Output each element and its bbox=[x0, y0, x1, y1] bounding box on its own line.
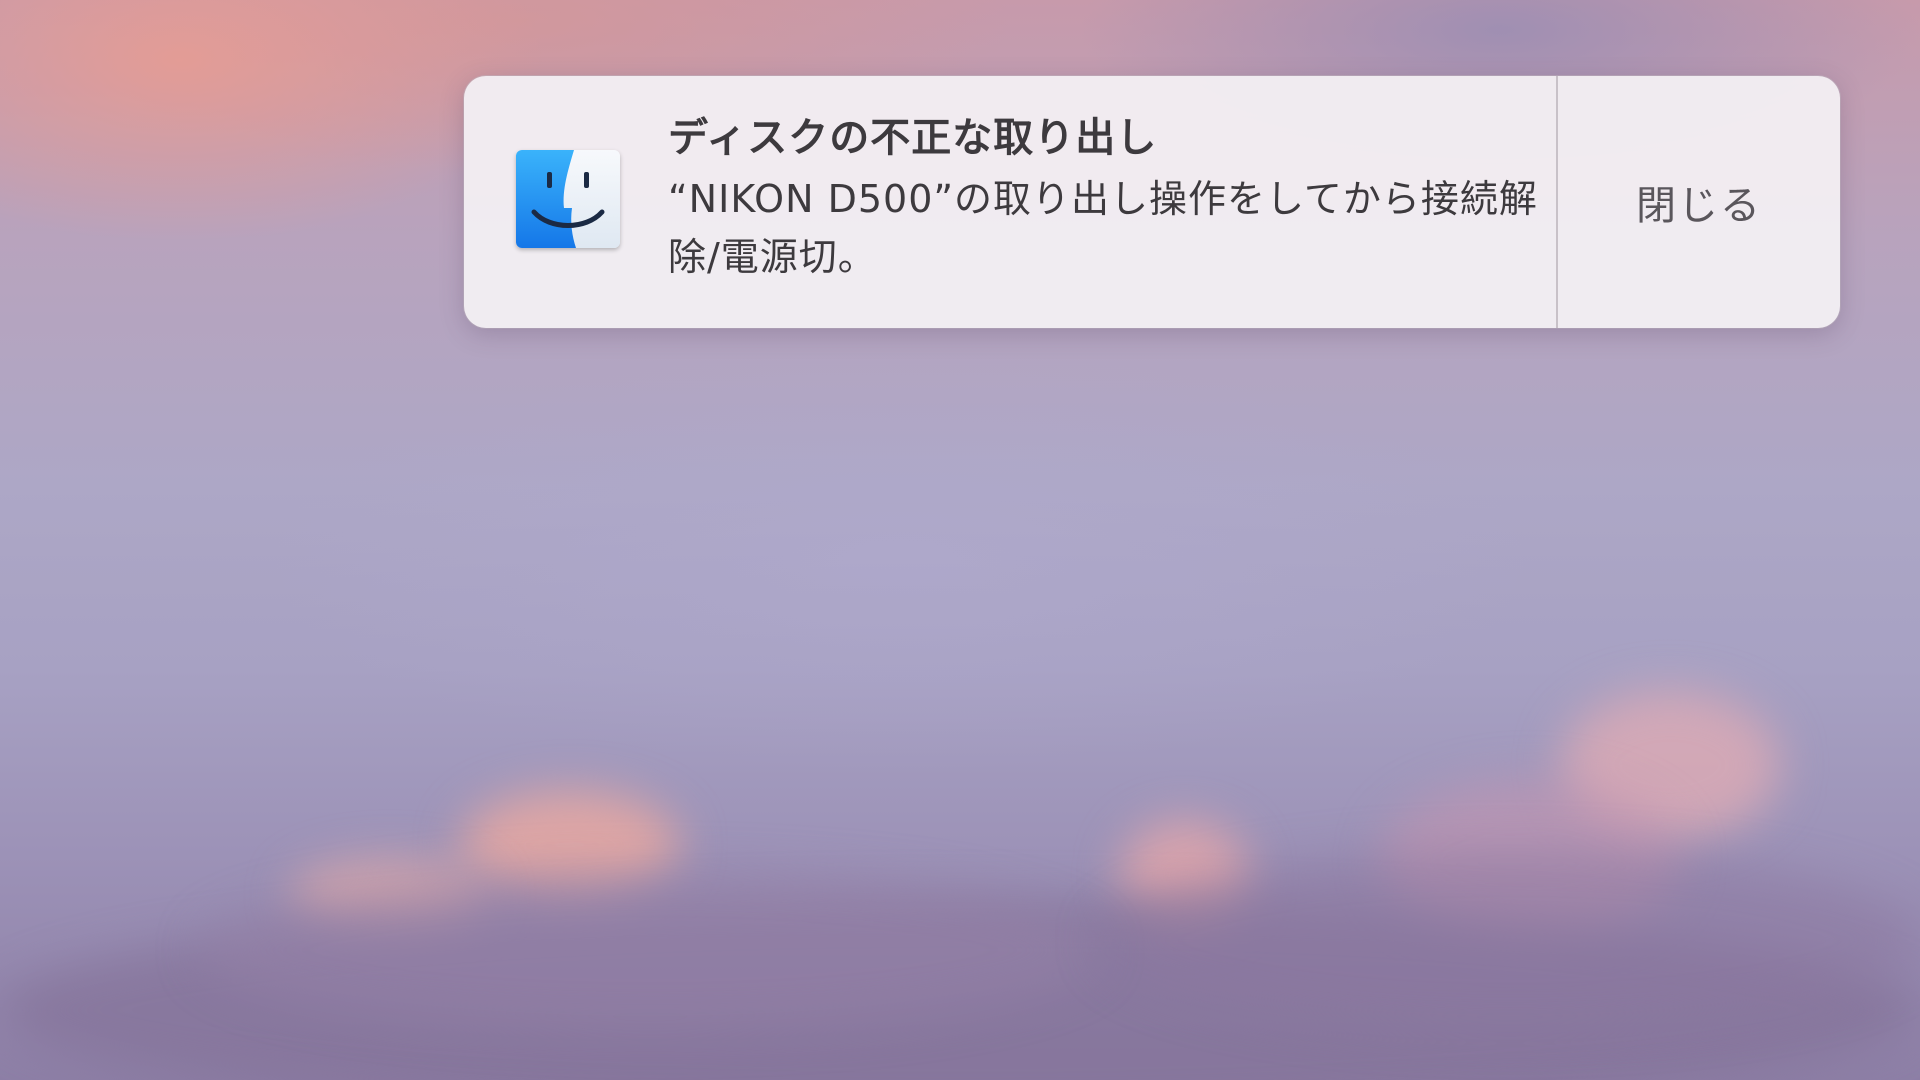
notification-message: “NIKON D500”の取り出し操作をしてから接続解除/電源切。 bbox=[668, 177, 1538, 279]
close-button[interactable]: 閉じる bbox=[1558, 76, 1840, 328]
notification-content: ディスクの不正な取り出し “NIKON D500”の取り出し操作をしてから接続解… bbox=[668, 110, 1548, 286]
finder-icon bbox=[516, 150, 620, 248]
notification-banner[interactable]: ディスクの不正な取り出し “NIKON D500”の取り出し操作をしてから接続解… bbox=[464, 76, 1840, 328]
notification-title: ディスクの不正な取り出し bbox=[668, 115, 1158, 161]
